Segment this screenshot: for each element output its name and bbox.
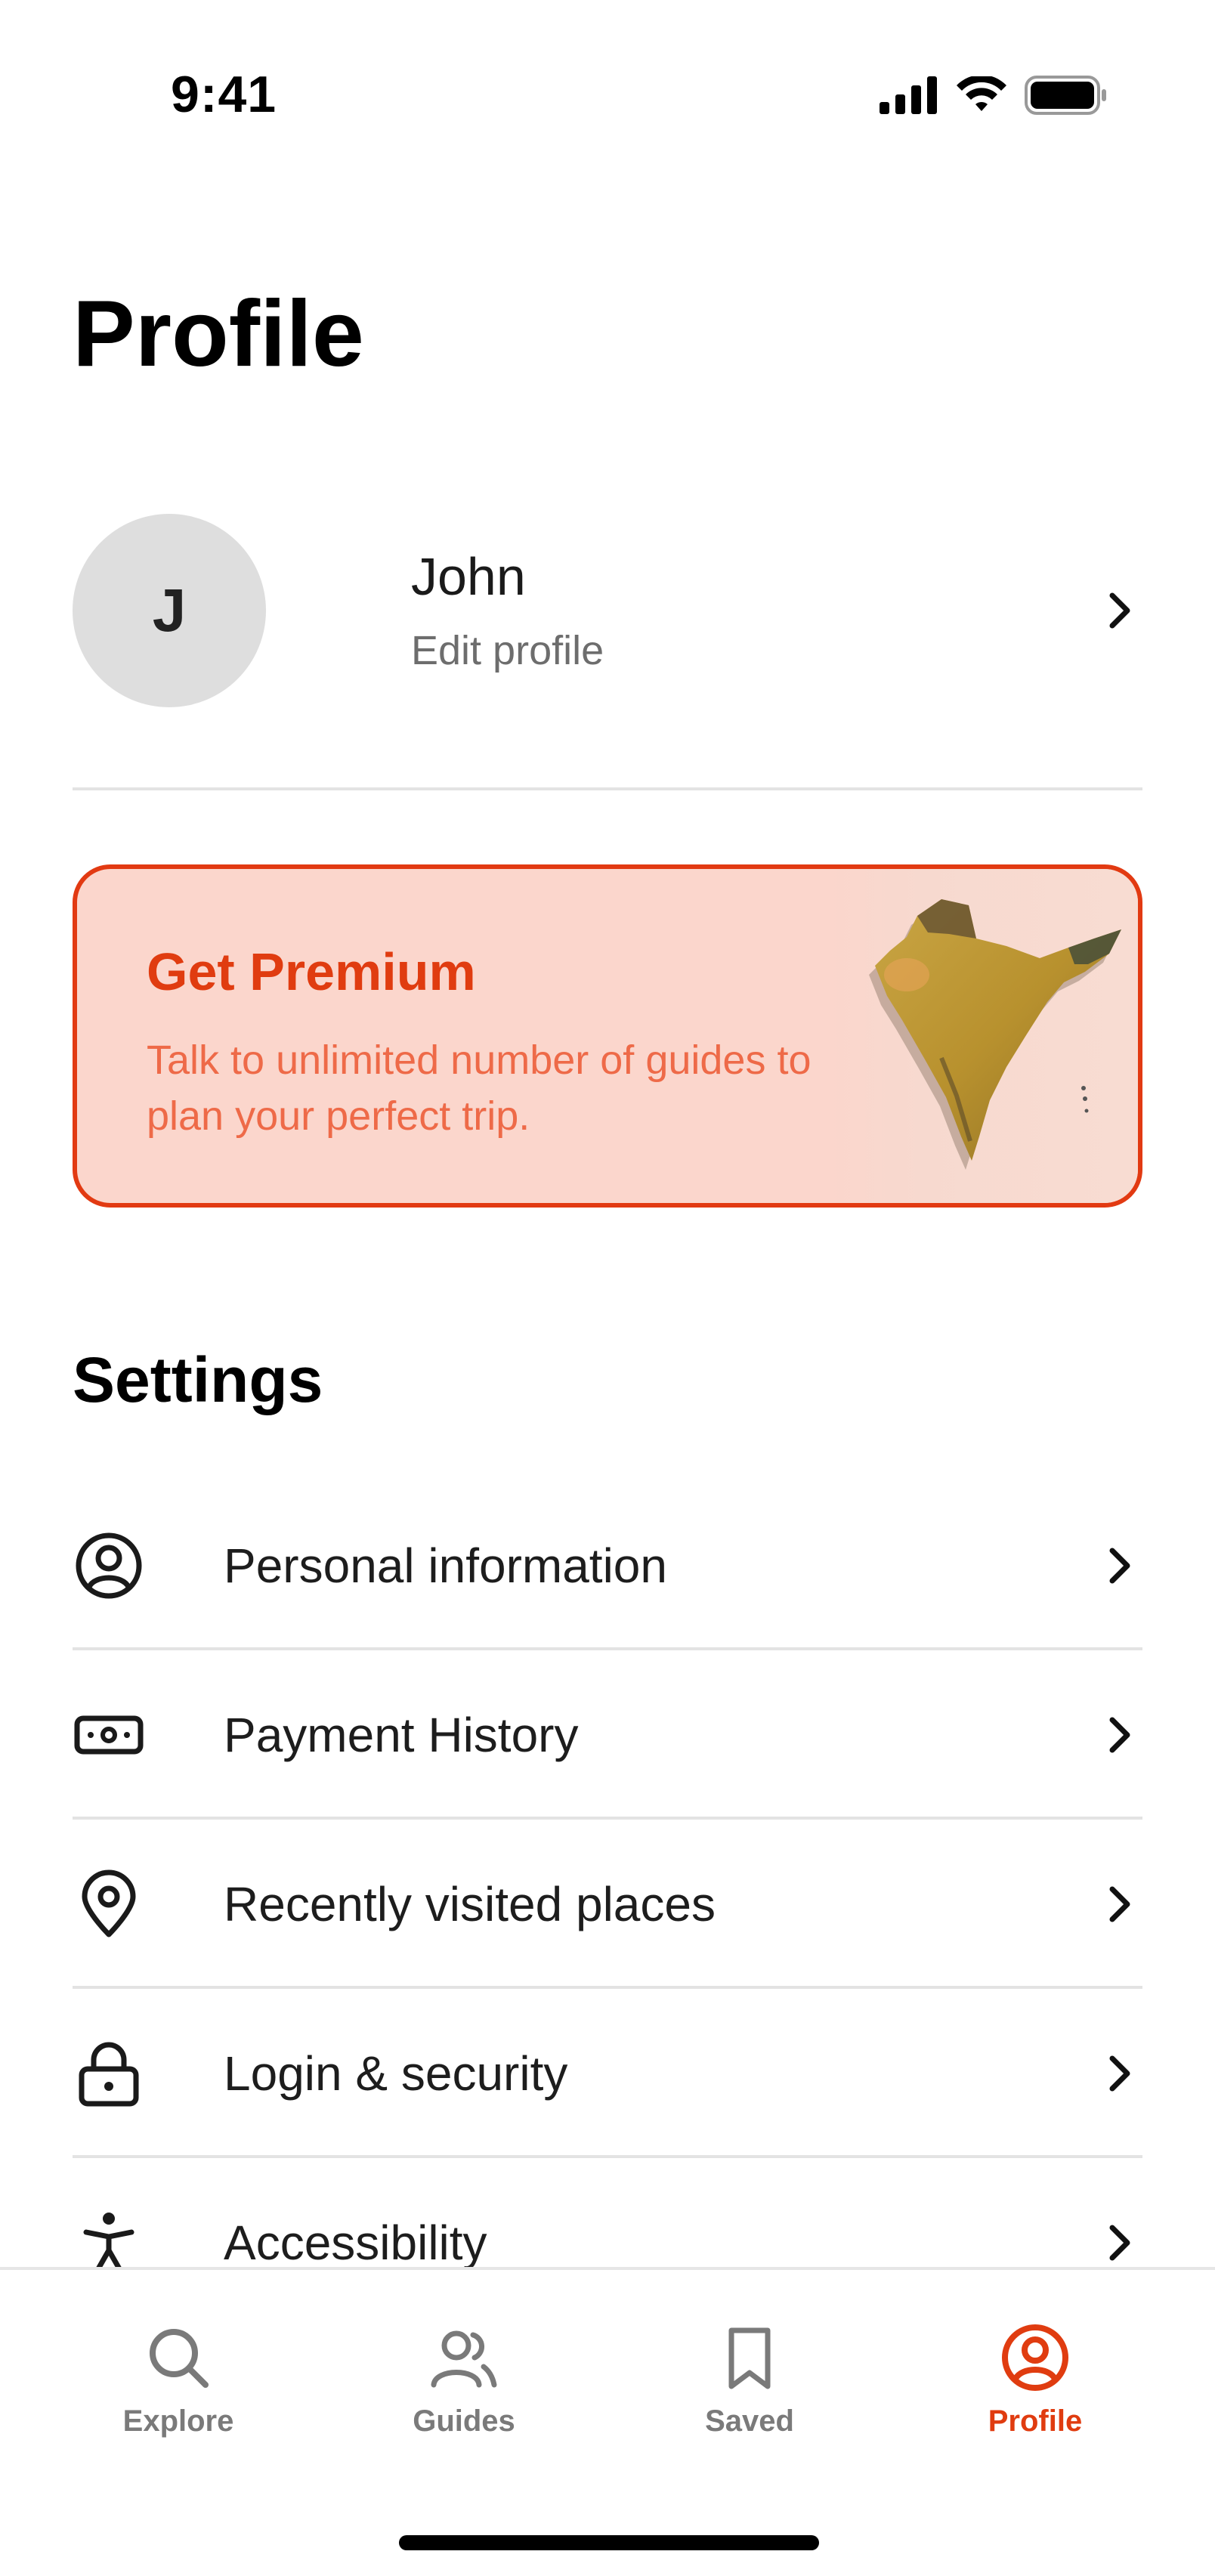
get-premium-card[interactable]: Get Premium Talk to unlimited number of … xyxy=(73,864,1142,1208)
settings-item-label: Login & security xyxy=(224,2046,568,2101)
page-title: Profile xyxy=(73,282,364,386)
avatar: J xyxy=(73,514,266,707)
settings-item-personal-information[interactable]: Personal information xyxy=(73,1481,1142,1650)
india-map-image xyxy=(828,869,1138,1203)
cellular-signal-icon xyxy=(880,76,937,114)
chevron-right-icon xyxy=(1109,1886,1130,1922)
chevron-right-icon xyxy=(1109,2225,1130,2261)
tab-label: Profile xyxy=(988,2404,1083,2438)
tab-saved[interactable]: Saved xyxy=(636,2323,863,2459)
tab-label: Guides xyxy=(413,2404,515,2438)
battery-icon xyxy=(1025,76,1106,115)
edit-profile-row[interactable]: J John Edit profile xyxy=(73,514,1142,707)
bookmark-icon xyxy=(728,2327,771,2389)
tab-label: Saved xyxy=(705,2404,794,2438)
chevron-right-icon xyxy=(1109,2055,1130,2092)
bottom-tab-bar: Explore Guides Saved Profile xyxy=(0,2267,1215,2576)
divider xyxy=(73,787,1142,790)
profile-text: John Edit profile xyxy=(411,546,1097,673)
profile-name: John xyxy=(411,546,526,606)
india-map-illustration xyxy=(869,899,1121,1170)
user-circle-icon xyxy=(76,1532,142,1599)
home-indicator[interactable] xyxy=(399,2535,819,2550)
profile-screen: 9:41 Profile J John Edit profile Get Pre… xyxy=(0,0,1215,2576)
status-bar: 9:41 xyxy=(0,0,1215,151)
search-icon xyxy=(150,2329,209,2388)
settings-heading: Settings xyxy=(73,1344,323,1415)
status-icons xyxy=(880,73,1108,118)
edit-profile-label: Edit profile xyxy=(411,627,604,673)
lock-icon xyxy=(79,2042,139,2107)
wifi-icon xyxy=(957,76,1006,111)
premium-description: Talk to unlimited number of guides to pl… xyxy=(147,1038,812,1139)
settings-item-label: Personal information xyxy=(224,1538,667,1593)
chevron-right-icon xyxy=(1109,1717,1130,1753)
settings-list: Personal information Payment History Rec… xyxy=(73,1481,1142,2327)
location-pin-icon xyxy=(82,1869,136,1937)
settings-item-label: Payment History xyxy=(224,1708,579,1762)
chevron-right-icon xyxy=(1109,592,1130,629)
settings-item-payment-history[interactable]: Payment History xyxy=(73,1650,1142,1820)
tab-guides[interactable]: Guides xyxy=(351,2323,577,2459)
settings-item-label: Recently visited places xyxy=(224,1877,716,1931)
premium-title: Get Premium xyxy=(147,942,476,1001)
users-icon xyxy=(431,2330,497,2388)
tab-explore[interactable]: Explore xyxy=(65,2323,292,2459)
settings-item-label: Accessibility xyxy=(224,2216,487,2270)
tab-label: Explore xyxy=(122,2404,234,2438)
tab-profile[interactable]: Profile xyxy=(922,2323,1149,2459)
settings-item-recently-visited-places[interactable]: Recently visited places xyxy=(73,1820,1142,1989)
chevron-right-icon xyxy=(1109,1548,1130,1584)
cash-icon xyxy=(74,1715,144,1755)
settings-item-login-security[interactable]: Login & security xyxy=(73,1989,1142,2158)
user-circle-icon xyxy=(1002,2324,1068,2391)
status-time: 9:41 xyxy=(171,66,277,123)
